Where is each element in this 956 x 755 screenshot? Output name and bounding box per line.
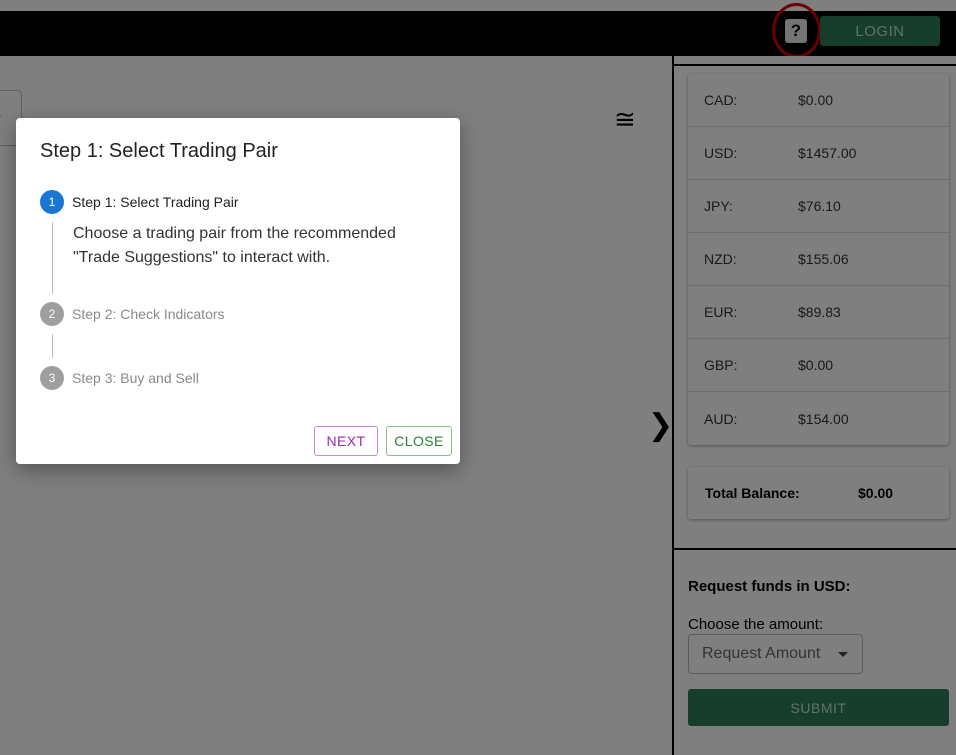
step-1-description: Choose a trading pair from the recommend… bbox=[73, 225, 396, 266]
step-connector bbox=[52, 334, 53, 358]
step-3-label: Step 3: Buy and Sell bbox=[72, 370, 199, 386]
close-button[interactable]: CLOSE bbox=[386, 426, 452, 456]
step-1-label: Step 1: Select Trading Pair bbox=[72, 194, 239, 210]
step-connector bbox=[52, 222, 53, 294]
step-1-icon: 1 bbox=[40, 190, 64, 214]
step-2-label: Step 2: Check Indicators bbox=[72, 306, 225, 322]
step-2-icon: 2 bbox=[40, 302, 64, 326]
step-3-icon: 3 bbox=[40, 366, 64, 390]
tutorial-dialog: Step 1: Select Trading Pair 1 Step 1: Se… bbox=[16, 118, 460, 464]
dialog-title: Step 1: Select Trading Pair bbox=[40, 140, 278, 162]
next-button[interactable]: NEXT bbox=[314, 426, 378, 456]
